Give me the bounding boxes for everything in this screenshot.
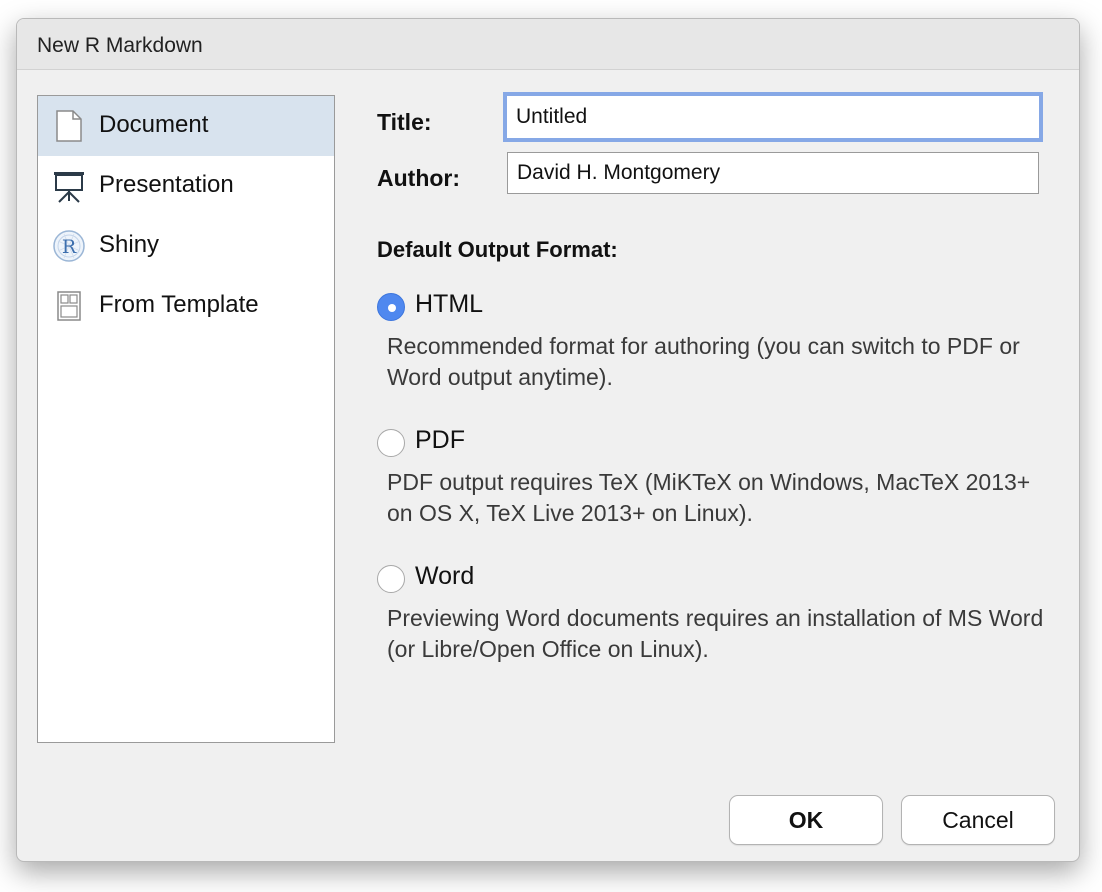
sidebar-item-shiny[interactable]: R Shiny: [38, 216, 334, 276]
pdf-description: PDF output requires TeX (MiKTeX on Windo…: [387, 469, 1031, 526]
word-radio[interactable]: [377, 565, 405, 593]
title-label: Title:: [377, 109, 432, 135]
pdf-radio-label[interactable]: PDF: [415, 426, 465, 455]
dialog-title: New R Markdown: [37, 34, 203, 57]
sidebar-item-label: Shiny: [99, 231, 160, 258]
template-icon: [52, 289, 86, 323]
shiny-r-icon: R: [52, 229, 86, 263]
sidebar-item-label: Presentation: [99, 171, 234, 198]
title-input[interactable]: [503, 92, 1043, 142]
sidebar-item-presentation[interactable]: Presentation: [38, 156, 334, 216]
ok-button[interactable]: OK: [729, 795, 883, 845]
svg-text:R: R: [62, 236, 77, 258]
pdf-radio[interactable]: [377, 429, 405, 457]
presentation-icon: [52, 169, 86, 203]
sidebar-list: Document Presentation R Shiny From Templ…: [37, 95, 335, 743]
author-label: Author:: [377, 165, 461, 191]
cancel-button[interactable]: Cancel: [901, 795, 1055, 845]
html-description: Recommended format for authoring (you ca…: [387, 333, 1020, 390]
sidebar-item-label: Document: [99, 111, 209, 138]
document-icon: [52, 109, 86, 143]
sidebar-item-from-template[interactable]: From Template: [38, 276, 334, 336]
word-description: Previewing Word documents requires an in…: [387, 605, 1044, 662]
word-radio-label[interactable]: Word: [415, 562, 474, 591]
new-r-markdown-dialog: New R Markdown Document Presentation R S…: [16, 18, 1080, 862]
html-radio[interactable]: [377, 293, 405, 321]
output-format-heading: Default Output Format:: [377, 237, 618, 262]
sidebar-item-label: From Template: [99, 291, 259, 318]
html-radio-label[interactable]: HTML: [415, 290, 483, 319]
dialog-titlebar[interactable]: New R Markdown: [17, 19, 1079, 70]
author-input[interactable]: [507, 152, 1039, 194]
sidebar-item-document[interactable]: Document: [38, 96, 334, 156]
